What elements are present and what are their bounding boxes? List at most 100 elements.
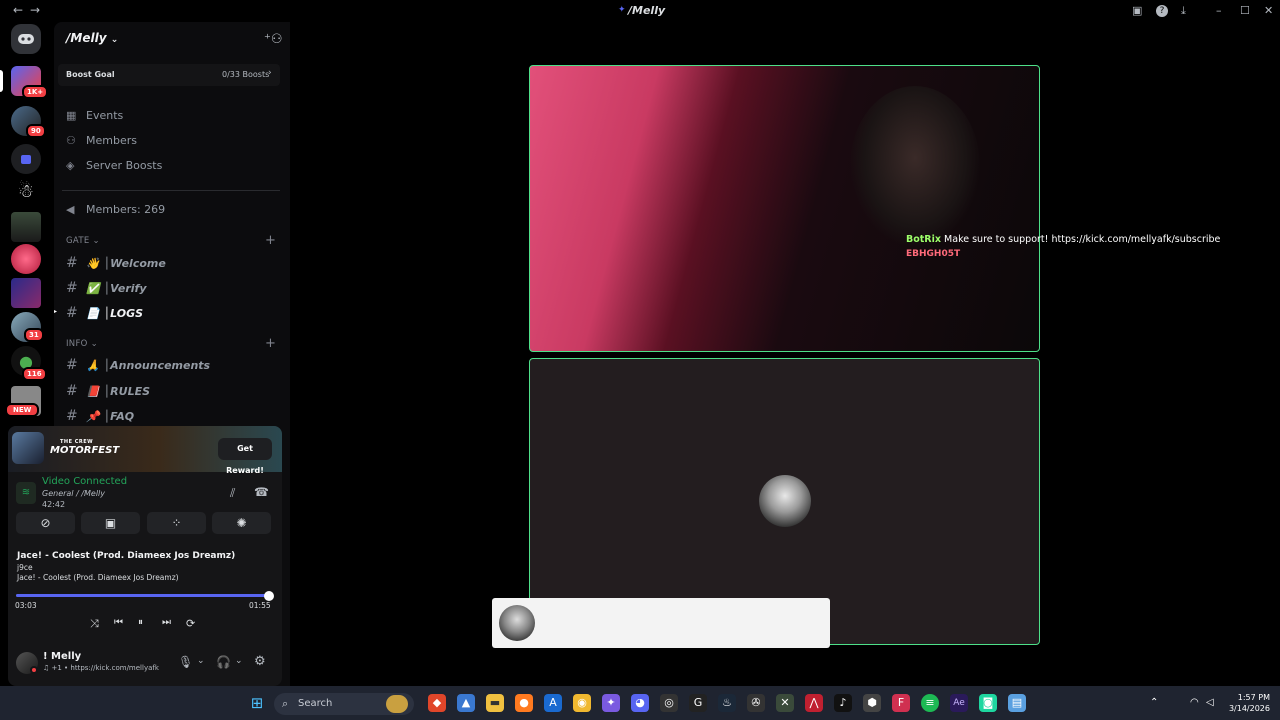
events-item[interactable]: ▦ Events: [66, 109, 123, 122]
next-track-icon[interactable]: ⏭: [162, 617, 171, 628]
repeat-icon[interactable]: ⟳: [186, 617, 195, 630]
channel-logs[interactable]: # 📄 │LOGS: [66, 305, 143, 321]
volume-icon[interactable]: ◁: [1206, 697, 1214, 708]
pause-icon[interactable]: ⏸: [138, 617, 143, 628]
track-title: Jace! - Coolest (Prod. Diameex Jos Dream…: [17, 551, 236, 561]
invite-people-icon[interactable]: ⁺⚇: [264, 32, 283, 47]
discord-home-button[interactable]: [11, 24, 41, 54]
app-f-icon[interactable]: F: [892, 694, 910, 712]
steam-icon[interactable]: ♨: [718, 694, 736, 712]
channel-emoji: ✅: [86, 282, 100, 295]
boost-goal-row[interactable]: Boost Goal 0/33 Boosts ›: [58, 64, 280, 86]
headphones-icon[interactable]: 🎧: [216, 655, 231, 669]
microphone-icon[interactable]: 🎙: [178, 655, 193, 669]
voice-channel[interactable]: General / /Melly: [42, 489, 105, 498]
text-channel-icon: #: [66, 280, 78, 296]
minimize-icon[interactable]: –: [1216, 4, 1222, 17]
taskbar-search-box[interactable]: ⌕ Search: [274, 693, 414, 715]
server-icon-6[interactable]: [11, 244, 41, 274]
notification-popup[interactable]: [492, 598, 830, 648]
tiktok-icon[interactable]: ♪: [834, 694, 852, 712]
channel-welcome[interactable]: # 👋 │Welcome: [66, 255, 166, 271]
progress-knob[interactable]: [264, 591, 274, 601]
taskbar-clock[interactable]: 1:57 PM 3/14/2026: [1222, 692, 1270, 714]
chevron-down-icon[interactable]: ⌄: [197, 656, 205, 666]
back-arrow-icon[interactable]: ←: [13, 3, 23, 17]
folder-icon[interactable]: [11, 144, 41, 174]
notepad-icon[interactable]: ▤: [1008, 694, 1026, 712]
app-a-icon[interactable]: A: [544, 694, 562, 712]
total-time: 01:55: [249, 601, 271, 610]
member-count-channel[interactable]: ◀ Members: 269: [66, 203, 165, 216]
server-name[interactable]: /Melly ⌄: [66, 31, 118, 45]
app-icon-6[interactable]: ◙: [979, 694, 997, 712]
copilot-icon[interactable]: ✦: [602, 694, 620, 712]
maximize-icon[interactable]: ☐: [1240, 4, 1250, 17]
server-icon-5[interactable]: [11, 212, 41, 242]
after-effects-icon[interactable]: Ae: [950, 694, 968, 712]
channel-announcements[interactable]: # 🙏 │Announcements: [66, 357, 210, 373]
chevron-down-icon[interactable]: ⌄: [235, 656, 243, 666]
photos-app-icon[interactable]: ▲: [457, 694, 475, 712]
discord-logo-icon: [18, 34, 34, 44]
channel-verify[interactable]: # ✅ │Verify: [66, 280, 147, 296]
channel-faq[interactable]: # 📌 │FAQ: [66, 408, 134, 424]
download-icon[interactable]: ⤓: [1181, 4, 1186, 18]
inbox-icon[interactable]: ▣: [1132, 4, 1142, 17]
app-icon-4[interactable]: ⋀: [805, 694, 823, 712]
server-boosts-item[interactable]: ◈ Server Boosts: [66, 159, 162, 172]
connection-signal-icon[interactable]: ≋: [16, 482, 36, 504]
activities-button[interactable]: ⁘: [147, 512, 206, 534]
channel-emoji: 📄: [86, 307, 100, 320]
file-explorer-icon[interactable]: ▬: [486, 694, 504, 712]
previous-track-icon[interactable]: ⏮: [114, 617, 123, 628]
add-channel-icon[interactable]: +: [265, 233, 276, 248]
obs-icon[interactable]: ◎: [660, 694, 678, 712]
windows-start-icon[interactable]: ⊞: [248, 694, 266, 712]
camera-off-button[interactable]: ⊘: [16, 512, 75, 534]
soundboard-button[interactable]: ✺: [212, 512, 271, 534]
disconnect-icon[interactable]: ☎: [254, 485, 269, 499]
category-gate[interactable]: GATE ⌄: [66, 236, 100, 246]
close-icon[interactable]: ✕: [1264, 4, 1273, 17]
discord-taskbar-icon[interactable]: ◕: [631, 694, 649, 712]
server-icon-7[interactable]: [11, 278, 41, 308]
show-hidden-icons-icon[interactable]: ⌃: [1150, 697, 1158, 708]
video-tile-camera[interactable]: [529, 65, 1040, 352]
streamer-video-feed: [850, 86, 980, 246]
channel-rules[interactable]: # 📕 │RULES: [66, 383, 150, 399]
brave-browser-icon[interactable]: ◆: [428, 694, 446, 712]
server-icon: ✦: [618, 5, 626, 15]
active-server-pill: [0, 70, 3, 92]
app-g-icon[interactable]: G: [689, 694, 707, 712]
wifi-icon[interactable]: ◠: [1190, 697, 1199, 708]
get-reward-button[interactable]: Get Reward!: [218, 438, 272, 475]
app-icon[interactable]: ◉: [573, 694, 591, 712]
settings-gear-icon[interactable]: ⚙: [254, 654, 266, 669]
spotify-icon[interactable]: ≡: [921, 694, 939, 712]
track-album: Jace! - Coolest (Prod. Diameex Jos Dream…: [17, 573, 179, 582]
members-item[interactable]: ⚇ Members: [66, 134, 137, 147]
screen-share-button[interactable]: ▣: [81, 512, 140, 534]
category-info[interactable]: INFO ⌄: [66, 339, 98, 349]
app-icon-5[interactable]: ⬢: [863, 694, 881, 712]
app-icon-2[interactable]: ✇: [747, 694, 765, 712]
channel-emoji: 📕: [86, 385, 100, 398]
help-icon[interactable]: ?: [1156, 5, 1168, 17]
calendar-icon: ▦: [66, 109, 77, 122]
chevron-down-icon: ⌄: [110, 35, 119, 45]
app-icon-3[interactable]: ✕: [776, 694, 794, 712]
username[interactable]: ! Melly: [43, 651, 81, 662]
camera-off-icon: ⊘: [40, 516, 51, 530]
track-progress-bar[interactable]: [16, 594, 269, 597]
shuffle-icon[interactable]: ⤨: [90, 617, 99, 631]
add-channel-icon[interactable]: +: [265, 336, 276, 351]
snowman-server-icon[interactable]: ☃: [11, 176, 41, 206]
dnd-status-indicator: [30, 666, 38, 674]
channel-emoji: 👋: [86, 257, 100, 270]
firefox-icon[interactable]: ●: [515, 694, 533, 712]
noise-suppression-icon[interactable]: ⫽: [230, 486, 235, 501]
text-channel-icon: #: [66, 383, 78, 399]
forward-arrow-icon[interactable]: →: [30, 3, 40, 17]
channel-emoji: 🙏: [86, 359, 100, 372]
